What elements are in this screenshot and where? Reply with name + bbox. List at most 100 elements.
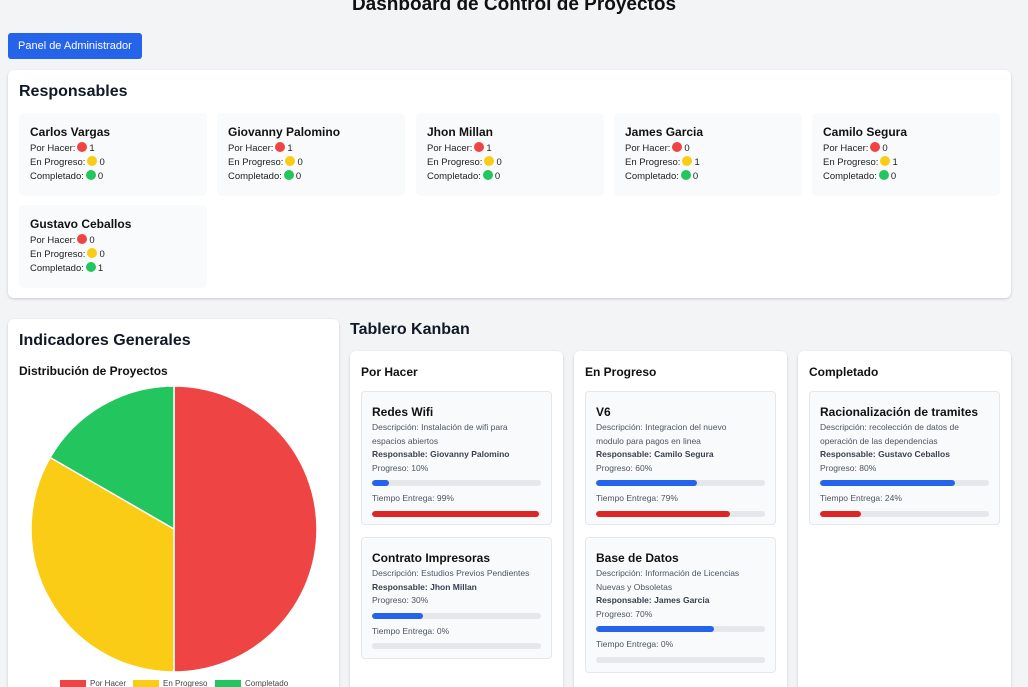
task-progress-label: Progreso: 60% [596, 462, 653, 473]
status-count: 0 [494, 171, 501, 182]
progress-bar-fill [820, 480, 956, 486]
column-title: Completado [809, 365, 879, 379]
progress-bar [820, 480, 989, 486]
status-count: 0 [692, 171, 699, 182]
status-label: Por Hacer: [30, 143, 76, 154]
status-dot-icon [285, 156, 296, 166]
responsable-name: Giovanny Palomino [228, 125, 341, 139]
pie-slice-por-hacer[interactable] [173, 385, 318, 673]
progress-bar-fill [372, 612, 423, 619]
pie-chart [30, 385, 318, 673]
status-count-por-hacer: Por Hacer: 0 [823, 142, 989, 156]
task-responsable: Responsable: Jhon Millan [372, 581, 477, 592]
kanban-column-completado: Completado Racionalización de tramites De… [798, 351, 1011, 687]
indicadores-heading: Indicadores Generales [19, 332, 191, 349]
delivery-bar [820, 510, 989, 517]
status-label: Por Hacer: [228, 143, 274, 154]
status-label: En Progreso: [30, 157, 86, 168]
status-count-completado: Completado: 0 [228, 170, 394, 184]
status-count-completado: Completado: 0 [625, 170, 791, 184]
status-count-completado: Completado: 0 [30, 170, 196, 184]
responsable-name: Gustavo Ceballos [30, 217, 132, 231]
column-title: Por Hacer [361, 365, 418, 379]
task-card[interactable]: Base de Datos Descripción: Información de… [585, 537, 776, 673]
delivery-bar-fill [596, 510, 730, 517]
status-count: 1 [97, 263, 104, 274]
progress-bar-fill [596, 480, 698, 486]
progress-bar-fill [372, 480, 389, 486]
status-count-en-progreso: En Progreso: 0 [427, 156, 593, 170]
status-count-completado: Completado: 0 [823, 170, 989, 184]
status-label: En Progreso: [427, 157, 483, 168]
task-delivery-label: Tiempo Entrega: 79% [596, 493, 678, 503]
task-title: Racionalización de tramites [820, 405, 979, 419]
status-label: En Progreso: [30, 249, 86, 260]
legend-item[interactable]: En Progreso [133, 679, 207, 687]
column-title: En Progreso [585, 365, 657, 379]
status-label: Completado: [625, 171, 679, 182]
responsable-name: Carlos Vargas [30, 125, 111, 139]
task-description: Descripción: Integracion del nuevo modulo… [596, 422, 727, 446]
delivery-bar [372, 643, 541, 649]
status-count: 1 [89, 143, 95, 154]
status-count: 0 [297, 157, 303, 168]
status-count: 0 [99, 249, 105, 260]
status-count-en-progreso: En Progreso: 0 [30, 248, 196, 262]
legend-item[interactable]: Completado [215, 679, 288, 687]
legend-label: Por Hacer [90, 679, 127, 687]
status-dot-icon [85, 170, 96, 180]
status-label: En Progreso: [823, 157, 879, 168]
task-card[interactable]: Contrato Impresoras Descripción: Estudios… [361, 537, 552, 659]
legend-swatch [215, 679, 241, 687]
task-card[interactable]: V6 Descripción: Integracion del nuevo modu… [585, 391, 776, 525]
task-description: Descripción: recolección de datos de oper… [820, 422, 959, 446]
status-dot-icon [275, 142, 286, 152]
responsables-panel: Responsables Carlos Vargas Por Hacer: 1 En … [8, 70, 1011, 298]
status-count-en-progreso: En Progreso: 0 [30, 156, 196, 170]
responsable-card: James Garcia Por Hacer: 0 En Progreso: 1 Comp… [614, 113, 802, 196]
status-label: Completado: [823, 171, 877, 182]
legend-swatch [60, 679, 86, 687]
responsable-card: Gustavo Ceballos Por Hacer: 0 En Progreso: 0… [19, 205, 207, 288]
task-delivery-label: Tiempo Entrega: 0% [372, 625, 450, 636]
task-delivery-label: Tiempo Entrega: 24% [820, 493, 902, 503]
task-title: Redes Wifi [372, 405, 434, 419]
legend-item[interactable]: Por Hacer [60, 679, 126, 687]
status-dot-icon [474, 142, 485, 152]
task-card[interactable]: Redes Wifi Descripción: Instalación de wi… [361, 391, 552, 525]
task-responsable: Responsable: Camilo Segura [596, 449, 714, 459]
status-label: Completado: [30, 171, 84, 182]
chart-title: Distribución de Proyectos [19, 364, 168, 378]
status-count-por-hacer: Por Hacer: 1 [427, 142, 593, 156]
task-card[interactable]: Racionalización de tramites Descripción: … [809, 391, 1000, 525]
responsables-heading: Responsables [19, 83, 128, 100]
delivery-bar-fill [820, 510, 861, 517]
task-title: V6 [596, 405, 611, 419]
status-dot-icon [85, 262, 96, 272]
progress-bar [372, 480, 541, 486]
status-count: 1 [287, 143, 293, 154]
status-count: 1 [486, 143, 492, 154]
status-label: En Progreso: [228, 157, 284, 168]
status-dot-icon [680, 170, 691, 180]
status-dot-icon [87, 248, 98, 258]
status-dot-icon [283, 170, 294, 180]
progress-bar-fill [596, 626, 715, 632]
responsable-card: Carlos Vargas Por Hacer: 1 En Progreso: 0 Com… [19, 113, 207, 196]
responsable-card: Jhon Millan Por Hacer: 1 En Progreso: 0 Compl… [416, 113, 604, 196]
task-responsable: Responsable: Giovanny Palomino [372, 449, 510, 459]
status-label: Por Hacer: [625, 143, 671, 154]
status-count: 0 [89, 235, 95, 246]
status-dot-icon [880, 156, 891, 166]
status-dot-icon [484, 156, 495, 166]
responsable-card: Camilo Segura Por Hacer: 0 En Progreso: 1 Com… [812, 113, 1000, 196]
legend-label: Completado [245, 679, 289, 687]
kanban-column-por-hacer: Por Hacer Redes Wifi Descripción: Instala… [350, 351, 563, 687]
status-dot-icon [77, 142, 88, 152]
status-dot-icon [672, 142, 683, 152]
task-progress-label: Progreso: 80% [820, 462, 877, 473]
status-count: 0 [684, 143, 690, 154]
admin-panel-button[interactable]: Panel de Administrador [8, 33, 142, 59]
status-count: 1 [694, 157, 700, 168]
task-description: Descripción: Instalación de wifi para esp… [372, 422, 508, 446]
